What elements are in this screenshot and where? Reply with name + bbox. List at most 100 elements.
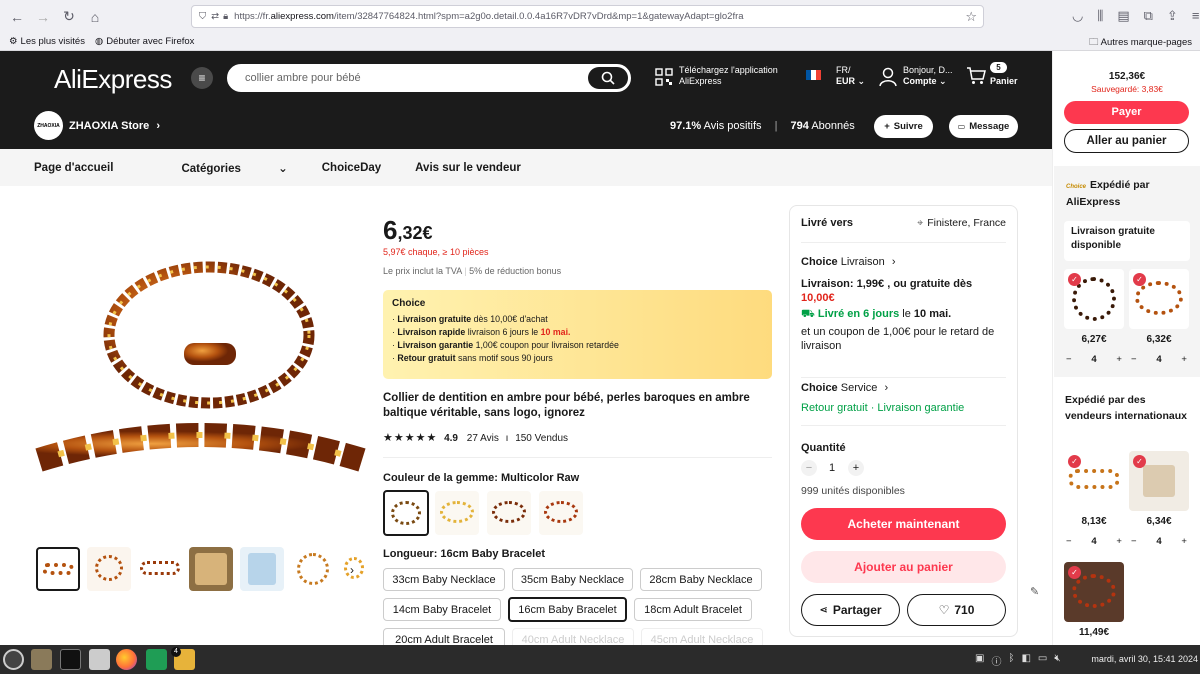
nav-categories[interactable]: Catégories ⌄ (147, 161, 287, 175)
length-option[interactable]: 33cm Baby Necklace (383, 568, 505, 591)
product-thumbnail[interactable] (342, 547, 366, 591)
forward-icon[interactable]: → (32, 6, 54, 28)
cart-item-image[interactable]: ✓ (1064, 269, 1124, 329)
edit-pencil-icon[interactable]: ✎ (1030, 585, 1039, 598)
tray-app-icon[interactable]: ◧ (1021, 653, 1030, 668)
length-option[interactable]: 18cm Adult Bracelet (634, 598, 752, 621)
chevron-right-icon[interactable]: › (350, 563, 354, 577)
tray-app-icon[interactable]: ▣ (975, 653, 984, 668)
account-menu[interactable]: Bonjour, D... Compte ⌄ (903, 65, 953, 87)
url-bar[interactable]: ⛉ ⇄ 🔒︎ https://fr. aliexpress.com/item/32… (191, 5, 984, 28)
cart-item-stepper[interactable]: − 4 + (1066, 536, 1122, 547)
checkbox-checked-icon[interactable]: ✓ (1068, 566, 1081, 579)
store-badge[interactable]: ZHAOXIA (34, 111, 63, 140)
quantity-decrease-button[interactable]: − (801, 460, 817, 476)
lock-icon[interactable]: 🔒︎ (223, 11, 228, 22)
ship-to-location[interactable]: ⌖ Finistere, France (917, 217, 1006, 230)
app-download[interactable]: Téléchargez l'application AliExpress (679, 65, 778, 87)
cart-item-image[interactable]: ✓ (1129, 269, 1189, 329)
sidebar-icon[interactable]: ▤ (1117, 8, 1129, 24)
checkbox-checked-icon[interactable]: ✓ (1133, 455, 1146, 468)
language-currency-selector[interactable]: FR/ EUR ⌄ (836, 65, 865, 87)
go-to-cart-button[interactable]: Aller au panier (1064, 129, 1189, 153)
length-option[interactable]: 28cm Baby Necklace (640, 568, 762, 591)
wishlist-button[interactable]: ♡ 710 (907, 594, 1006, 626)
search-button[interactable] (588, 67, 628, 89)
buy-now-button[interactable]: Acheter maintenant (801, 508, 1006, 540)
cart-item-image[interactable]: ✓ (1064, 451, 1124, 511)
minus-icon[interactable]: − (1131, 354, 1137, 365)
length-option[interactable]: 20cm Adult Bracelet (383, 628, 505, 645)
start-menu-icon[interactable] (3, 649, 24, 670)
volume-muted-icon[interactable]: 🔇︎ (1054, 653, 1060, 668)
nav-choiceday[interactable]: ChoiceDay (322, 162, 381, 174)
follow-button[interactable]: + Suivre (874, 115, 933, 138)
menu-icon[interactable]: ≡ (1192, 8, 1200, 24)
color-option[interactable] (383, 490, 429, 536)
length-option-disabled[interactable]: 40cm Adult Necklace (512, 628, 634, 645)
cart-item-stepper[interactable]: − 4 + (1066, 354, 1122, 365)
library-icon[interactable]: ⫼ (1097, 8, 1103, 24)
nav-home[interactable]: Page d'accueil (34, 162, 113, 174)
cart-item-image[interactable]: ✓ (1064, 562, 1124, 622)
back-icon[interactable]: ← (6, 6, 28, 28)
product-thumbnail[interactable] (87, 547, 131, 591)
share-icon[interactable]: ⇪ (1167, 8, 1178, 24)
message-button[interactable]: ▭ Message (949, 115, 1018, 138)
service-links[interactable]: Retour gratuit · Livraison garantie (801, 402, 964, 414)
plus-icon[interactable]: + (1116, 536, 1122, 547)
product-thumbnail[interactable] (291, 547, 335, 591)
plus-icon[interactable]: + (1116, 354, 1122, 365)
product-thumbnail[interactable] (36, 547, 80, 591)
shield-icon[interactable]: ⛉ (199, 11, 206, 22)
add-to-cart-button[interactable]: Ajouter au panier (801, 551, 1006, 583)
text-editor-icon[interactable] (89, 649, 110, 670)
firefox-icon[interactable] (116, 649, 137, 670)
user-icon[interactable] (879, 67, 897, 87)
reload-icon[interactable]: ↻ (58, 6, 80, 28)
home-icon[interactable]: ⌂ (84, 6, 106, 28)
clock[interactable]: mardi, avril 30, 15:41 2024 (1091, 654, 1198, 664)
cart-icon[interactable] (966, 67, 986, 85)
spreadsheet-icon[interactable] (146, 649, 167, 670)
tray-info-icon[interactable]: ⓘ (991, 653, 1001, 668)
minus-icon[interactable]: − (1066, 354, 1072, 365)
length-option-disabled[interactable]: 45cm Adult Necklace (641, 628, 763, 645)
search-bar[interactable]: collier ambre pour bébé (227, 64, 631, 92)
display-icon[interactable]: ▭ (1038, 653, 1047, 668)
length-option[interactable]: 35cm Baby Necklace (512, 568, 633, 591)
extensions-icon[interactable]: ⧉ (1144, 8, 1153, 24)
minus-icon[interactable]: − (1066, 536, 1072, 547)
plus-icon[interactable]: + (1181, 536, 1187, 547)
cart-item-image[interactable]: ✓ (1129, 451, 1189, 511)
choice-shipping-link[interactable]: Choice Livraison › (801, 256, 896, 268)
share-button[interactable]: ⋖ Partager (801, 594, 900, 626)
length-option-selected[interactable]: 16cm Baby Bracelet (508, 597, 627, 622)
quantity-input[interactable]: 1 (825, 462, 839, 474)
pay-button[interactable]: Payer (1064, 101, 1189, 124)
product-thumbnail[interactable] (240, 547, 284, 591)
nav-seller-reviews[interactable]: Avis sur le vendeur (415, 162, 521, 174)
product-thumbnail[interactable] (189, 547, 233, 591)
checkbox-checked-icon[interactable]: ✓ (1068, 455, 1081, 468)
rating-row[interactable]: ★★★★★ 4.9 27 Avis ı 150 Vendus (383, 431, 568, 444)
product-main-image[interactable] (34, 260, 366, 496)
minus-icon[interactable]: − (1131, 536, 1137, 547)
bookmark-star-icon[interactable]: ☆ (965, 9, 977, 25)
choice-benefits-box[interactable]: Choice · Livraison gratuite dès 10,00€ d… (383, 290, 772, 379)
plus-icon[interactable]: + (1181, 354, 1187, 365)
store-name-link[interactable]: ZHAOXIA Store › (69, 120, 160, 132)
checkbox-checked-icon[interactable]: ✓ (1068, 273, 1081, 286)
qr-code-icon[interactable] (655, 68, 673, 86)
category-menu-icon[interactable]: ≡ (191, 67, 213, 89)
color-option[interactable] (435, 491, 479, 535)
aliexpress-logo[interactable]: AliExpress (54, 64, 172, 95)
search-input[interactable]: collier ambre pour bébé (229, 72, 361, 84)
file-manager-icon[interactable] (31, 649, 52, 670)
checkbox-checked-icon[interactable]: ✓ (1133, 273, 1146, 286)
pocket-icon[interactable]: ◡ (1072, 8, 1083, 24)
color-option[interactable] (539, 491, 583, 535)
product-thumbnail[interactable] (138, 547, 182, 591)
cart-label[interactable]: Panier (990, 76, 1018, 87)
bookmark-getting-started[interactable]: Débuter avec Firefox (106, 36, 194, 47)
